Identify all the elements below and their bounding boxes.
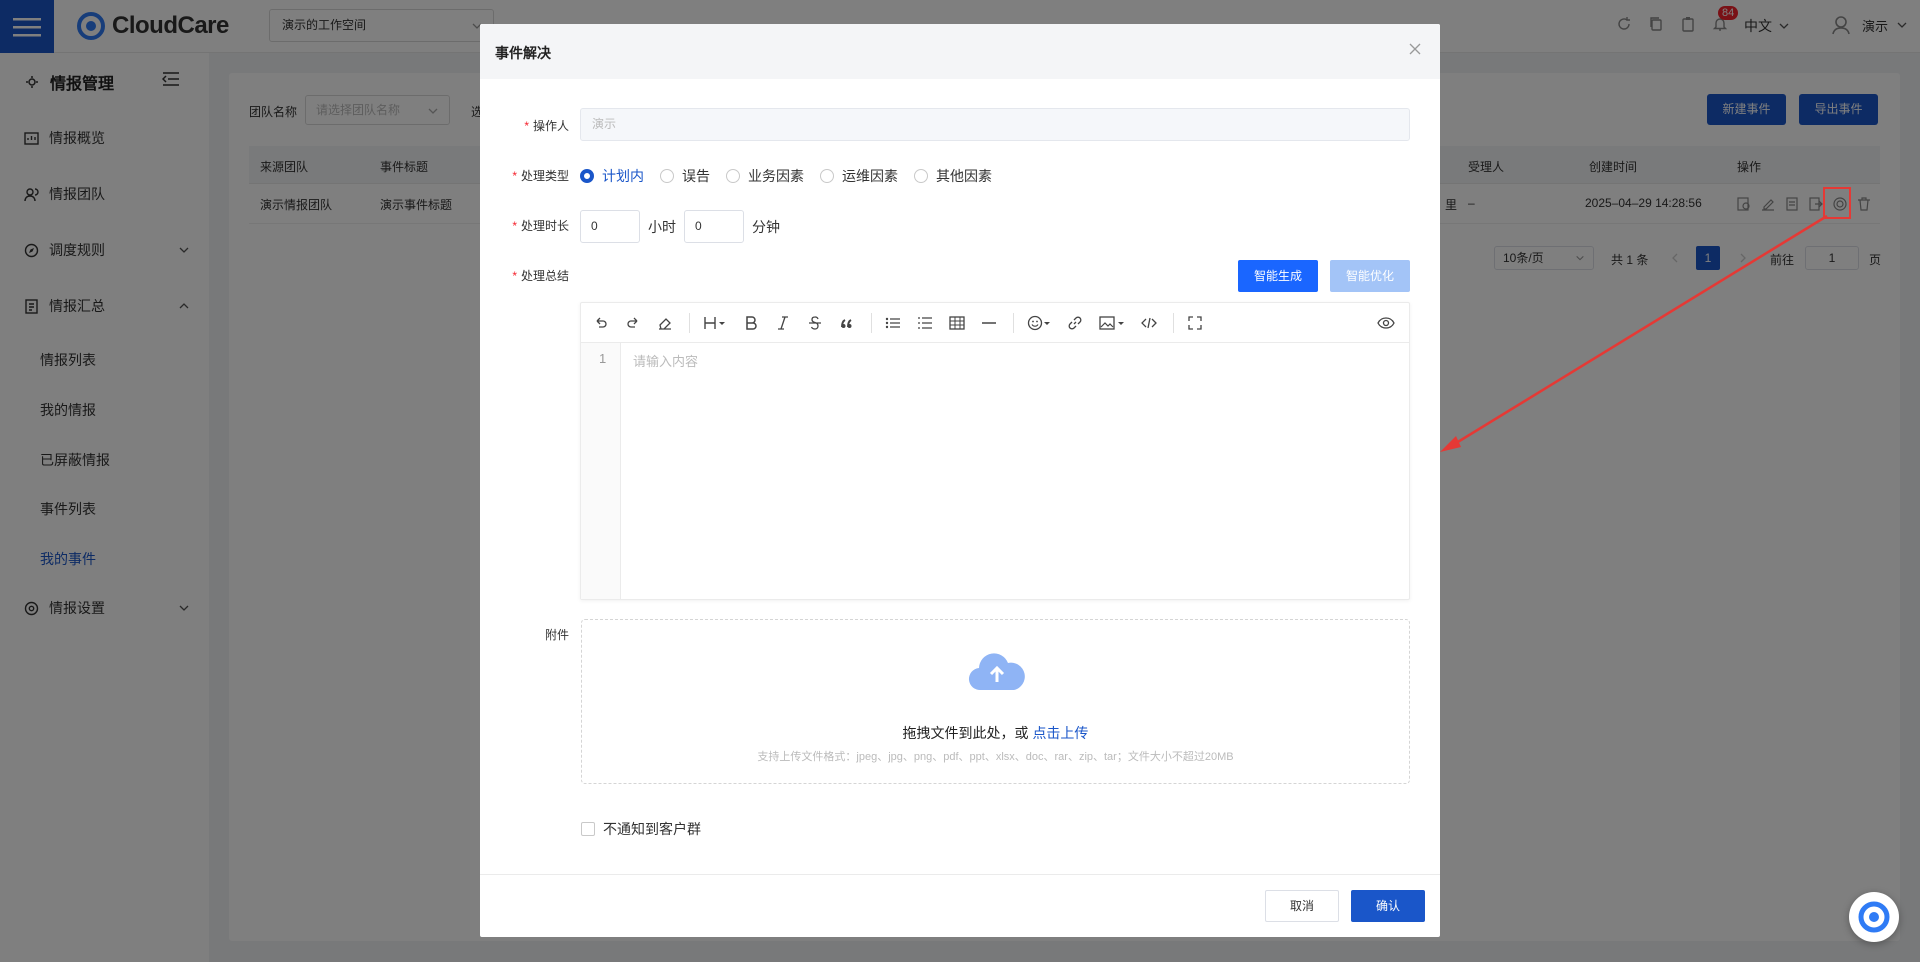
- checkbox-label: 不通知到客户群: [603, 821, 701, 837]
- toolbar-divider: [1173, 313, 1174, 333]
- smart-optimize-button[interactable]: 智能优化: [1330, 260, 1410, 292]
- cancel-button[interactable]: 取消: [1265, 890, 1339, 922]
- assistant-float-button[interactable]: [1849, 892, 1899, 942]
- dialog-footer: 取消 确认: [480, 874, 1440, 937]
- editor-toolbar: [581, 303, 1409, 343]
- dialog-title: 事件解决: [495, 45, 551, 61]
- code-icon[interactable]: [1141, 315, 1157, 331]
- quote-icon[interactable]: [839, 315, 855, 331]
- heading-icon[interactable]: [703, 315, 727, 331]
- preview-eye-icon[interactable]: [1377, 315, 1395, 331]
- radio-indicator: [914, 169, 928, 183]
- required-mark: *: [512, 269, 517, 283]
- required-mark: *: [524, 119, 529, 133]
- upload-text: 拖拽文件到此处，或 点击上传: [582, 723, 1409, 743]
- radio-label: 计划内: [602, 168, 644, 184]
- radio-indicator: [820, 169, 834, 183]
- toolbar-divider: [1013, 313, 1014, 333]
- radio-planned[interactable]: 计划内: [580, 166, 644, 186]
- markdown-editor: 1 请输入内容: [580, 302, 1410, 600]
- redo-icon[interactable]: [625, 315, 641, 331]
- confirm-button[interactable]: 确认: [1351, 890, 1425, 922]
- editor-textarea[interactable]: 请输入内容: [633, 351, 698, 370]
- hours-unit: 小时: [648, 219, 676, 235]
- upload-instruction: 拖拽文件到此处，或: [902, 725, 1029, 741]
- radio-false-alarm[interactable]: 误告: [660, 166, 710, 186]
- upload-link[interactable]: 点击上传: [1032, 725, 1088, 741]
- type-label-text: 处理类型: [520, 169, 569, 183]
- eraser-icon[interactable]: [657, 315, 673, 331]
- required-mark: *: [512, 219, 517, 233]
- cloud-upload-icon: [968, 653, 1025, 691]
- line-number: 1: [599, 351, 607, 366]
- radio-indicator: [580, 169, 594, 183]
- operator-input[interactable]: 演示: [580, 108, 1410, 141]
- link-icon[interactable]: [1067, 315, 1083, 331]
- minutes-input[interactable]: 0: [684, 210, 744, 243]
- radio-label: 其他因素: [936, 168, 992, 184]
- summary-label: * 处理总结: [499, 267, 569, 284]
- duration-label-text: 处理时长: [520, 219, 569, 233]
- required-mark: *: [512, 169, 517, 183]
- undo-icon[interactable]: [593, 315, 609, 331]
- close-icon[interactable]: [1408, 42, 1422, 56]
- duration-label: * 处理时长: [499, 217, 569, 234]
- operator-label: * 操作人: [499, 117, 569, 134]
- bullet-list-icon[interactable]: [885, 315, 901, 331]
- annotation-highlight-box: [1823, 187, 1851, 219]
- radio-ops[interactable]: 运维因素: [820, 166, 898, 186]
- radio-other[interactable]: 其他因素: [914, 166, 992, 186]
- upload-hint: 支持上传文件格式：jpeg、jpg、png、pdf、ppt、xlsx、doc、r…: [757, 751, 1234, 763]
- editor-gutter: 1: [581, 343, 621, 599]
- horizontal-rule-icon[interactable]: [981, 315, 997, 331]
- radio-indicator: [660, 169, 674, 183]
- bold-icon[interactable]: [743, 315, 759, 331]
- no-notify-checkbox[interactable]: 不通知到客户群: [581, 819, 701, 839]
- checkbox-indicator: [581, 822, 595, 836]
- resolve-event-dialog: 事件解决 * 操作人 演示 * 处理类型 计划内 误告 业务因素 运维因素 其他因素…: [480, 24, 1440, 937]
- toolbar-divider: [871, 313, 872, 333]
- italic-icon[interactable]: [775, 315, 791, 331]
- upload-dropzone[interactable]: 拖拽文件到此处，或 点击上传 支持上传文件格式：jpeg、jpg、png、pdf…: [581, 619, 1410, 784]
- toolbar-divider: [689, 313, 690, 333]
- operator-label-text: 操作人: [532, 119, 569, 133]
- smart-generate-button[interactable]: 智能生成: [1238, 260, 1318, 292]
- strikethrough-icon[interactable]: [807, 315, 823, 331]
- fullscreen-icon[interactable]: [1187, 315, 1203, 331]
- radio-business[interactable]: 业务因素: [726, 166, 804, 186]
- image-icon[interactable]: [1099, 315, 1125, 331]
- radio-label: 运维因素: [842, 168, 898, 184]
- emoji-icon[interactable]: [1027, 315, 1051, 331]
- minutes-unit: 分钟: [752, 219, 780, 235]
- attachment-label: 附件: [544, 628, 569, 642]
- radio-label: 误告: [682, 168, 710, 184]
- dialog-header: 事件解决: [480, 24, 1440, 79]
- type-label: * 处理类型: [499, 167, 569, 184]
- hours-input[interactable]: 0: [580, 210, 640, 243]
- ordered-list-icon[interactable]: [917, 315, 933, 331]
- assistant-logo-icon: [1858, 901, 1890, 933]
- summary-label-text: 处理总结: [520, 269, 569, 283]
- table-icon[interactable]: [949, 315, 965, 331]
- radio-label: 业务因素: [748, 168, 804, 184]
- radio-indicator: [726, 169, 740, 183]
